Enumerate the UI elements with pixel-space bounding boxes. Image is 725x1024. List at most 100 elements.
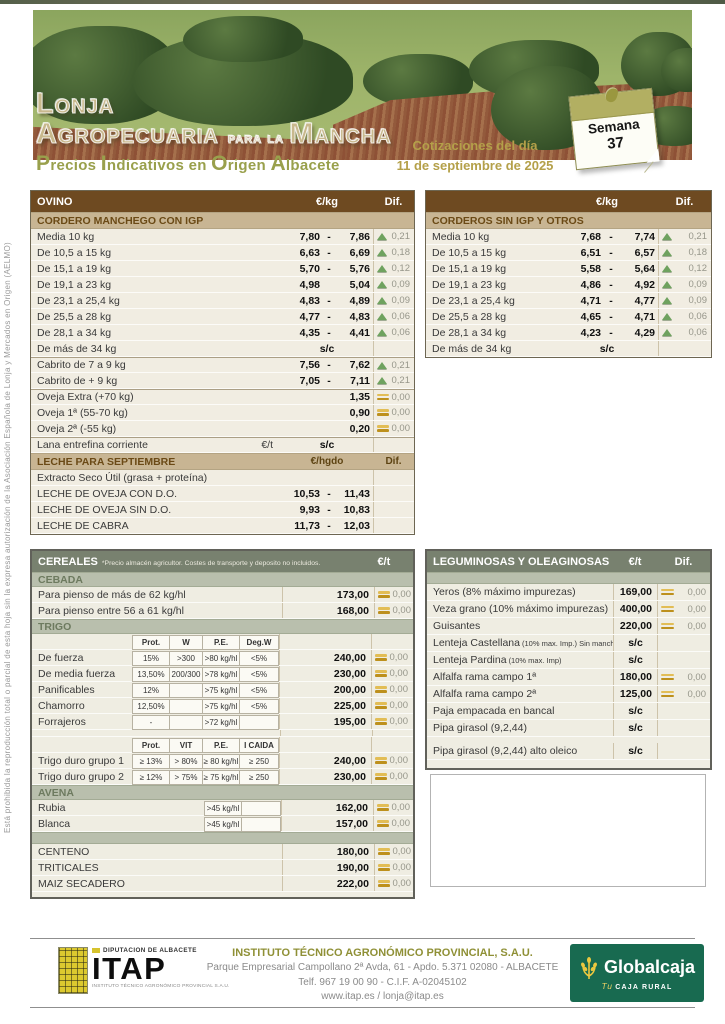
globalcaja-tu: Tu (601, 980, 614, 991)
spec-value (169, 715, 203, 730)
row-label: Para pienso entre 56 a 61 kg/hl (32, 603, 282, 618)
dif-cell: 0,00 (657, 669, 710, 685)
up-arrow-icon (377, 281, 387, 288)
price-high: 6,69 (349, 246, 370, 259)
dif-cell: 0,06 (658, 325, 711, 340)
dif-cell: 0,00 (374, 603, 415, 618)
table-row: De media fuerza 13,50% 200/300 >78 kg/hl <5%… (32, 666, 413, 682)
equals-icon (377, 425, 389, 432)
row-label: Alfalfa rama campo 2ª (427, 686, 613, 702)
row-label: Media 10 kg (31, 229, 281, 244)
price-dash: - (327, 359, 331, 371)
spec-value (241, 817, 281, 832)
dif-cell: 0,00 (371, 753, 412, 768)
price-value: 157,00 (335, 817, 368, 830)
equals-bar (661, 609, 674, 613)
spec-value: >80 kg/hl (202, 651, 240, 666)
row-label-text: Cabrito de 7 a 9 kg (37, 359, 126, 371)
no-quote-value: s/c (613, 635, 657, 651)
price-dash: - (609, 310, 613, 323)
row-label-text: De 25,5 a 28 kg (37, 310, 112, 323)
table-row: Alfalfa rama campo 2ª 125,00 0,00 (427, 686, 710, 703)
dif-value: 0,21 (391, 359, 411, 371)
spec-value: > 75% (169, 770, 203, 785)
equals-icon (378, 880, 390, 887)
row-label-text: LECHE DE CABRA (37, 519, 129, 532)
table-row: De 28,1 a 34 kg 4,23- 4,29 0,06 (426, 325, 711, 341)
copyright-vertical-text: Está prohibida la reproducción total o p… (3, 242, 12, 833)
price-dash (323, 421, 335, 436)
row-label-text: Forrajeros (38, 715, 86, 728)
globalcaja-caption: Tu CAJA RURAL (602, 981, 673, 991)
equals-bar (661, 626, 674, 630)
row-label: De 28,1 a 34 kg (426, 325, 556, 340)
globalcaja-wordmark: Globalcaja (603, 957, 696, 977)
row-label: Pipa girasol (9,2,44) (427, 720, 613, 736)
brand-line2: Agropecuaria para la Mancha (35, 119, 401, 149)
row-label: Oveja Extra (+70 kg) (31, 390, 281, 404)
price-high: 5,64 (634, 262, 655, 275)
table-title: LEGUMINOSAS Y OLEAGINOSAS (427, 556, 613, 568)
price-value: 125,00 (613, 686, 657, 702)
table-row: De 23,1 a 25,4 kg 4,83- 4,89 0,09 (31, 293, 414, 309)
spec-value: 12,50% (132, 699, 170, 714)
dif-cell: 0,21 (373, 358, 414, 372)
row-label-text: Chamorro (38, 699, 85, 712)
dif-value: 0,00 (391, 818, 411, 829)
table-row: Oveja 1ª (55-70 kg) 0,90 0,00 (31, 405, 414, 421)
equals-bar (375, 654, 387, 657)
itap-emblem-icon (58, 947, 88, 994)
equals-bar (375, 718, 387, 721)
spec-value: ≥ 250 (239, 770, 279, 785)
ovino-subheader: CORDERO MANCHEGO CON IGP (31, 212, 414, 229)
row-label-text: Para pienso de más de 62 kg/hl (38, 588, 186, 601)
row-label-text: LECHE DE OVEJA SIN D.O. (37, 503, 172, 516)
spec-column-header: I CAIDA (239, 738, 279, 753)
table-row: Media 10 kg 7,68- 7,74 0,21 (426, 229, 711, 245)
equals-icon (375, 654, 387, 661)
equals-icon (661, 605, 674, 613)
dif-cell (373, 518, 414, 533)
equals-bar (661, 694, 674, 698)
spec-value: ≥ 13% (132, 754, 170, 769)
price-high: 4,92 (634, 278, 655, 291)
dif-cell: 0,00 (373, 816, 414, 831)
dif-value: 0,00 (687, 620, 707, 632)
dif-cell-empty (371, 634, 412, 649)
table-row: De fuerza 15% >300 >80 kg/hl <5% 240,00 0,00 (32, 650, 413, 666)
table-row: LECHE DE OVEJA SIN D.O. 9,93-10,83 (31, 502, 414, 518)
dif-cell: 0,00 (657, 686, 710, 702)
dif-value: 0,00 (391, 391, 411, 403)
table-row: De más de 34 kg s/c (426, 341, 711, 357)
table-row: De más de 34 kg s/c (31, 341, 414, 357)
spec-column-header: P.E. (202, 635, 240, 650)
row-label-text: Pipa girasol (9,2,44) alto oleico (433, 745, 578, 757)
title-initial: P (36, 152, 51, 175)
spec-value: ≥ 80 kg/hl (202, 754, 240, 769)
dif-cell: 0,00 (374, 876, 415, 891)
row-label-text: Lenteja Pardina (433, 654, 507, 666)
gap-cell (281, 816, 311, 831)
dif-cell: 0,09 (658, 293, 711, 308)
spec-value: >300 (169, 651, 203, 666)
dif-cell (657, 743, 710, 759)
institute-web-link[interactable]: www.itap.es / lonja@itap.es (195, 990, 570, 1005)
title-word: en (188, 157, 212, 174)
price-value: 190,00 (336, 861, 369, 874)
table-row: De 15,1 a 19 kg 5,58- 5,64 0,12 (426, 261, 711, 277)
table-row: Guisantes 220,00 0,00 (427, 618, 710, 635)
table-note: *Precio almacén agricultor. Costes de tr… (101, 559, 321, 567)
equals-bar (375, 670, 387, 673)
gap-cell (279, 737, 309, 752)
price-value: 220,00 (613, 618, 657, 634)
row-label: Rubia (32, 800, 204, 815)
dif-value: 0,00 (389, 716, 409, 727)
price-dash (323, 390, 335, 404)
row-unit: €/t (261, 439, 273, 451)
dif-cell: 0,21 (373, 229, 414, 244)
price-value: 180,00 (613, 669, 657, 685)
row-label-text: De 10,5 a 15 kg (37, 246, 112, 259)
table-header-row: €/kg Dif. (426, 191, 711, 212)
row-label-text: Panificables (38, 683, 95, 696)
row-label: MAIZ SECADERO (32, 876, 282, 891)
